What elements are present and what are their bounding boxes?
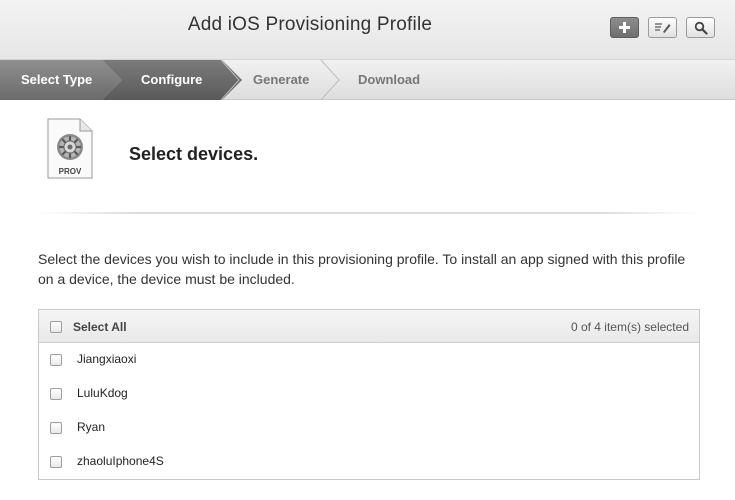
device-checkbox[interactable] [50, 388, 62, 400]
divider [38, 212, 698, 214]
device-row[interactable]: zhaoluIphone4S [39, 445, 699, 479]
wizard-steps: Select Type Configure Generate Download [0, 60, 735, 100]
device-list: Select All 0 of 4 item(s) selected Jiang… [38, 309, 700, 480]
device-name: LuluKdog [77, 386, 128, 400]
step-separator-icon [220, 60, 240, 100]
step-download: Download [358, 72, 421, 87]
plus-icon [619, 22, 630, 33]
device-checkbox[interactable] [50, 422, 62, 434]
device-name: Ryan [77, 420, 106, 434]
device-row[interactable]: Ryan [39, 411, 699, 445]
provisioning-profile-icon: PROV [47, 118, 93, 179]
device-list-header: Select All 0 of 4 item(s) selected [39, 310, 699, 343]
prov-icon-label: PROV [59, 167, 82, 176]
device-name: Jiangxiaoxi [77, 352, 137, 366]
device-row[interactable]: LuluKdog [39, 377, 699, 411]
select-all-label[interactable]: Select All [73, 320, 127, 334]
select-all-checkbox[interactable] [50, 321, 62, 333]
section-title: Select devices. [129, 144, 259, 164]
step-generate: Generate [253, 72, 310, 87]
device-checkbox[interactable] [50, 456, 62, 468]
step-separator-icon [320, 60, 340, 100]
search-button[interactable] [686, 17, 715, 38]
search-icon [694, 21, 708, 35]
page-title: Add iOS Provisioning Profile [187, 14, 433, 35]
selection-count: 0 of 4 item(s) selected [570, 320, 689, 334]
edit-button[interactable] [648, 17, 677, 38]
device-checkbox[interactable] [50, 354, 62, 366]
add-button[interactable] [610, 17, 639, 38]
edit-icon [654, 23, 670, 33]
device-row[interactable]: Jiangxiaoxi [39, 343, 699, 377]
device-name: zhaoluIphone4S [77, 454, 164, 468]
section-description: Select the devices you wish to include i… [38, 251, 686, 287]
page-header: Add iOS Provisioning Profile [0, 0, 735, 60]
step-select-type[interactable]: Select Type [0, 60, 122, 100]
